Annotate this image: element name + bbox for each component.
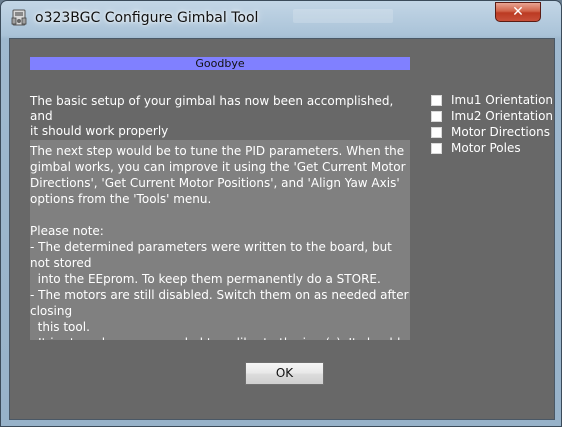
checklist-label: Imu1 Orientation — [451, 93, 554, 107]
checklist-item-motor-directions[interactable]: Motor Directions — [431, 124, 553, 140]
checkbox[interactable] — [431, 142, 442, 154]
info-text: The next step would be to tune the PID p… — [30, 144, 409, 340]
checkbox[interactable] — [431, 126, 442, 138]
checklist-label: Imu2 Orientation — [451, 109, 554, 123]
window-title: o323BGC Configure Gimbal Tool — [35, 10, 259, 26]
goodbye-header: Goodbye — [30, 57, 410, 70]
checkbox[interactable] — [431, 94, 442, 106]
intro-text: The basic setup of your gimbal has now b… — [30, 94, 394, 138]
app-icon — [9, 8, 29, 28]
background-window-title-ghost — [293, 9, 393, 23]
checklist-label: Motor Poles — [451, 141, 521, 155]
dialog-window: o323BGC Configure Gimbal Tool ✕ Goodbye … — [0, 0, 562, 427]
dialog-content: Goodbye The basic setup of your gimbal h… — [9, 38, 555, 420]
info-text-box[interactable]: The next step would be to tune the PID p… — [30, 140, 410, 340]
title-bar[interactable]: o323BGC Configure Gimbal Tool ✕ — [1, 1, 561, 35]
ok-button[interactable]: OK — [245, 362, 324, 385]
setup-checklist: Imu1 Orientation Imu2 Orientation Motor … — [431, 92, 553, 156]
checklist-label: Motor Directions — [451, 125, 550, 139]
checklist-item-motor-poles[interactable]: Motor Poles — [431, 140, 553, 156]
checklist-item-imu1-orientation[interactable]: Imu1 Orientation — [431, 92, 553, 108]
close-icon: ✕ — [512, 4, 524, 20]
close-button[interactable]: ✕ — [495, 2, 541, 22]
checklist-item-imu2-orientation[interactable]: Imu2 Orientation — [431, 108, 553, 124]
checkbox[interactable] — [431, 110, 442, 122]
